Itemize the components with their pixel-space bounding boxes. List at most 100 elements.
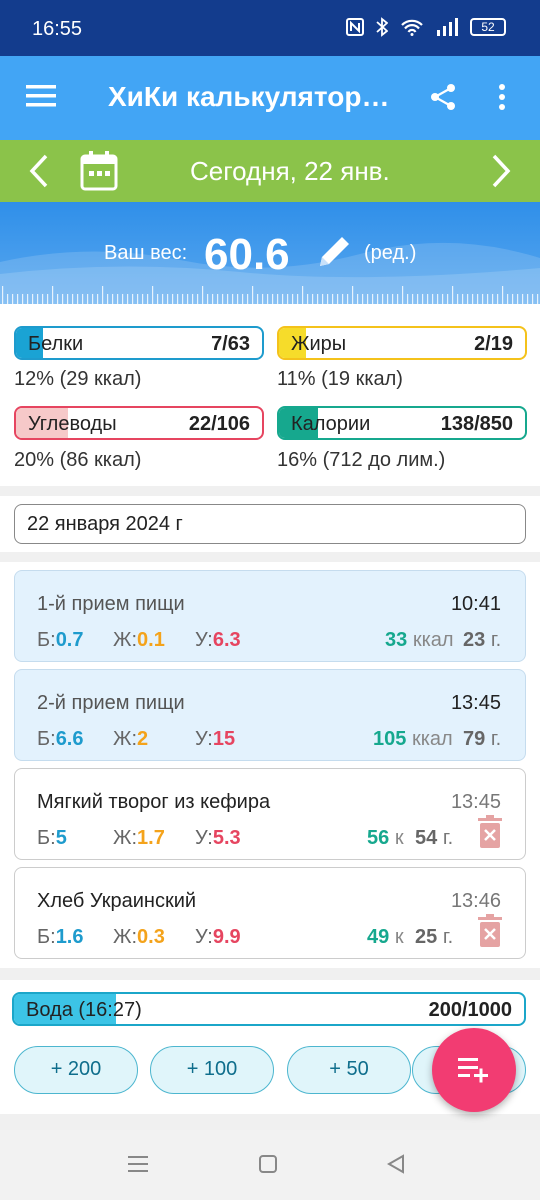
kcal-unit: ккал bbox=[412, 629, 454, 651]
meal-protein: Б:6.6 bbox=[37, 728, 84, 751]
protein-prefix: Б: bbox=[37, 728, 56, 750]
fat-prefix: Ж: bbox=[113, 926, 138, 948]
meal-group-2[interactable]: 2-й прием пищи 13:45 Б:6.6 Ж:2 У:15 105 … bbox=[14, 669, 526, 761]
share-icon[interactable] bbox=[428, 82, 458, 112]
meal-carbs: У:15 bbox=[195, 728, 235, 751]
fat-percent: 11% bbox=[277, 368, 316, 390]
fat-prefix: Ж: bbox=[113, 827, 138, 849]
playlist-add-icon bbox=[458, 1058, 488, 1083]
fat-kcal: (19 ккал) bbox=[321, 368, 403, 390]
meal-name: 2-й прием пищи bbox=[37, 692, 185, 714]
meal-group-1[interactable]: 1-й прием пищи 10:41 Б:0.7 Ж:0.1 У:6.3 3… bbox=[14, 570, 526, 662]
chevron-right-icon[interactable] bbox=[486, 152, 516, 190]
carbs-summary: 20% (86 ккал) bbox=[14, 449, 141, 472]
date-card: 22 января 2024 г bbox=[0, 496, 540, 552]
meal-kcal: 33 ккал bbox=[385, 629, 454, 652]
kcal-unit: к bbox=[394, 827, 404, 849]
food-time: 13:45 bbox=[450, 791, 501, 813]
grams-unit: г. bbox=[442, 926, 454, 948]
calories-summary: 16% (712 до лим.) bbox=[277, 449, 445, 472]
weight-label: Ваш вес: bbox=[104, 242, 188, 264]
grams-unit: г. bbox=[490, 629, 502, 651]
weight-edit-label[interactable]: (ред.) bbox=[364, 242, 416, 265]
more-vert-icon[interactable] bbox=[496, 82, 508, 112]
calories-remaining: (712 до лим.) bbox=[322, 449, 446, 471]
battery-icon: 52 bbox=[470, 18, 506, 36]
protein-prefix: Б: bbox=[37, 926, 56, 948]
add-water-100-button[interactable]: + 100 bbox=[150, 1046, 274, 1094]
carbs-value: 22/106 bbox=[188, 413, 250, 435]
calories-percent: 16% bbox=[277, 449, 318, 471]
food-protein: Б:1.6 bbox=[37, 926, 84, 949]
food-carbs: У:5.3 bbox=[195, 827, 241, 850]
carbs-prefix: У: bbox=[195, 728, 213, 750]
fat-summary: 11% (19 ккал) bbox=[277, 368, 403, 391]
protein-kcal: (29 ккал) bbox=[59, 368, 142, 390]
chevron-left-icon[interactable] bbox=[24, 152, 54, 190]
protein-summary: 12% (29 ккал) bbox=[14, 368, 141, 391]
nfc-icon bbox=[346, 18, 364, 36]
app-bar: ХиКи калькулятор… bbox=[0, 56, 540, 140]
food-protein: Б:5 bbox=[37, 827, 67, 850]
fat-value: 2/19 bbox=[474, 333, 513, 355]
grams-amount: 25 bbox=[415, 926, 438, 948]
protein-label: Белки bbox=[28, 333, 84, 355]
water-bar: Вода (16:27) 200/1000 bbox=[12, 992, 526, 1026]
fat-prefix: Ж: bbox=[113, 629, 138, 651]
add-water-50-button[interactable]: + 50 bbox=[287, 1046, 411, 1094]
fat-prefix: Ж: bbox=[113, 728, 138, 750]
weight-panel[interactable]: Ваш вес: 60.6 (ред.) bbox=[0, 202, 540, 304]
meal-fat: Ж:2 bbox=[113, 728, 148, 751]
calories-bar: Калории 138/850 bbox=[277, 406, 527, 440]
back-icon[interactable] bbox=[386, 1154, 406, 1174]
calendar-icon[interactable] bbox=[80, 150, 118, 192]
add-food-fab[interactable] bbox=[432, 1028, 516, 1112]
protein-prefix: Б: bbox=[37, 629, 56, 651]
carbs-prefix: У: bbox=[195, 926, 213, 948]
home-icon[interactable] bbox=[258, 1154, 278, 1174]
meal-kcal: 105 ккал bbox=[373, 728, 453, 751]
status-time: 16:55 bbox=[32, 18, 83, 40]
protein-value: 7/63 bbox=[211, 333, 250, 355]
grams-unit: г. bbox=[442, 827, 454, 849]
weight-value: 60.6 bbox=[204, 230, 290, 279]
carbs-prefix: У: bbox=[195, 629, 213, 651]
date-field[interactable]: 22 января 2024 г bbox=[14, 504, 526, 544]
date-bar: Сегодня, 22 янв. bbox=[0, 140, 540, 202]
current-date-label[interactable]: Сегодня, 22 янв. bbox=[190, 156, 390, 187]
kcal-amount: 33 bbox=[385, 629, 408, 651]
carbs-amount: 9.9 bbox=[212, 926, 241, 948]
food-kcal: 49 к bbox=[367, 926, 404, 949]
battery-level: 52 bbox=[481, 20, 495, 34]
fat-amount: 1.7 bbox=[137, 827, 165, 849]
carbs-prefix: У: bbox=[195, 827, 213, 849]
grams-amount: 54 bbox=[415, 827, 438, 849]
protein-amount: 0.7 bbox=[55, 629, 84, 651]
water-label: Вода (16:27) bbox=[26, 999, 142, 1021]
calories-label: Калории bbox=[291, 413, 371, 435]
carbs-bar: Углеводы 22/106 bbox=[14, 406, 264, 440]
protein-amount: 5 bbox=[55, 827, 67, 849]
food-item-1[interactable]: Мягкий творог из кефира 13:45 Б:5 Ж:1.7 … bbox=[14, 768, 526, 860]
food-item-2[interactable]: Хлеб Украинский 13:46 Б:1.6 Ж:0.3 У:9.9 … bbox=[14, 867, 526, 959]
food-name: Мягкий творог из кефира bbox=[37, 791, 271, 813]
pencil-icon[interactable] bbox=[314, 232, 354, 272]
carbs-amount: 5.3 bbox=[212, 827, 241, 849]
protein-bar: Белки 7/63 bbox=[14, 326, 264, 360]
carbs-kcal: (86 ккал) bbox=[59, 449, 142, 471]
food-kcal: 56 к bbox=[367, 827, 404, 850]
grams-amount: 79 bbox=[463, 728, 486, 750]
kcal-amount: 56 bbox=[367, 827, 390, 849]
fat-bar: Жиры 2/19 bbox=[277, 326, 527, 360]
weight-ruler bbox=[2, 286, 539, 304]
status-icons: 52 bbox=[346, 17, 506, 37]
recent-apps-icon[interactable] bbox=[128, 1154, 150, 1174]
add-water-200-button[interactable]: + 200 bbox=[14, 1046, 138, 1094]
fat-label: Жиры bbox=[291, 333, 347, 355]
menu-icon[interactable] bbox=[26, 84, 58, 108]
delete-icon[interactable] bbox=[477, 815, 503, 849]
meal-name: 1-й прием пищи bbox=[37, 593, 185, 615]
system-nav-bar bbox=[0, 1130, 540, 1200]
delete-icon[interactable] bbox=[477, 914, 503, 948]
food-fat: Ж:0.3 bbox=[113, 926, 165, 949]
